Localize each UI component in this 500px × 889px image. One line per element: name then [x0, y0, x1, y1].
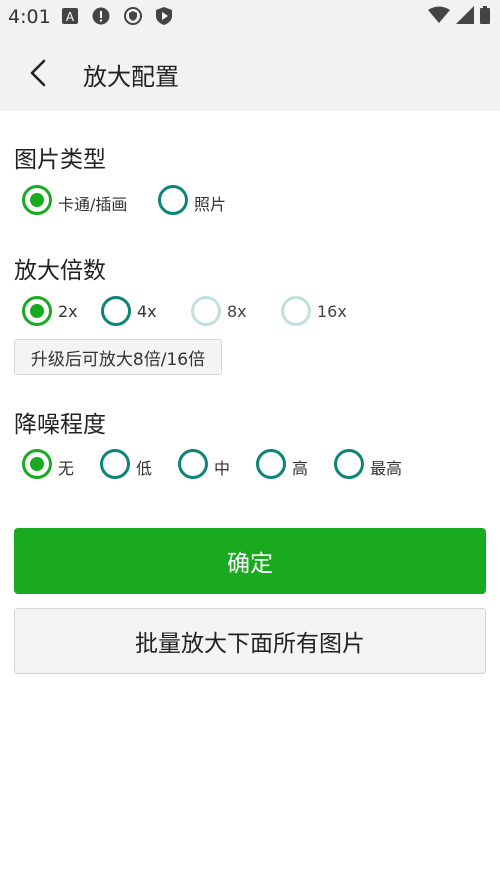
upgrade-hint-button[interactable]: 升级后可放大8倍/16倍	[14, 339, 222, 375]
status-bar: 4:01 A	[0, 0, 500, 34]
radio-checked-icon	[22, 449, 52, 479]
radio-label: 8x	[227, 302, 247, 321]
radio-label: 无	[58, 459, 75, 478]
chevron-left-icon	[30, 59, 46, 87]
radio-unchecked-icon	[101, 296, 131, 326]
radio-label: 16x	[317, 302, 347, 321]
back-button[interactable]	[24, 56, 56, 90]
image-type-title: 图片类型	[14, 147, 106, 173]
play-protect-icon	[156, 7, 172, 25]
radio-label: 最高	[370, 459, 403, 478]
radio-label: 卡通/插画	[58, 195, 128, 214]
page-title: 放大配置	[83, 63, 179, 91]
radio-unchecked-icon	[100, 449, 130, 479]
radio-unchecked-icon	[334, 449, 364, 479]
shield-badge-icon	[124, 7, 142, 25]
radio-label: 照片	[194, 195, 227, 214]
alert-icon	[92, 7, 110, 25]
radio-label: 2x	[58, 302, 78, 321]
radio-label: 中	[214, 459, 231, 478]
app-bar: 放大配置	[0, 34, 500, 111]
radio-checked-icon	[22, 296, 52, 326]
status-time: 4:01	[8, 6, 51, 28]
radio-disabled-icon	[281, 296, 311, 326]
font-a-icon: A	[62, 8, 78, 24]
radio-disabled-icon	[191, 296, 221, 326]
cell-signal-icon	[456, 6, 474, 24]
radio-label: 高	[292, 459, 309, 478]
batch-upscale-button[interactable]: 批量放大下面所有图片	[14, 608, 486, 674]
radio-unchecked-icon	[178, 449, 208, 479]
wifi-icon	[428, 6, 450, 23]
radio-checked-icon	[22, 185, 52, 215]
denoise-title: 降噪程度	[14, 412, 106, 438]
confirm-button[interactable]: 确定	[14, 528, 486, 594]
scale-title: 放大倍数	[14, 258, 106, 284]
radio-label: 4x	[137, 302, 157, 321]
battery-icon	[480, 6, 490, 24]
status-icons-left: A	[62, 7, 172, 25]
status-icons-right	[428, 6, 490, 24]
radio-unchecked-icon	[256, 449, 286, 479]
radio-label: 低	[136, 459, 153, 478]
radio-unchecked-icon	[158, 185, 188, 215]
svg-text:A: A	[66, 10, 75, 24]
